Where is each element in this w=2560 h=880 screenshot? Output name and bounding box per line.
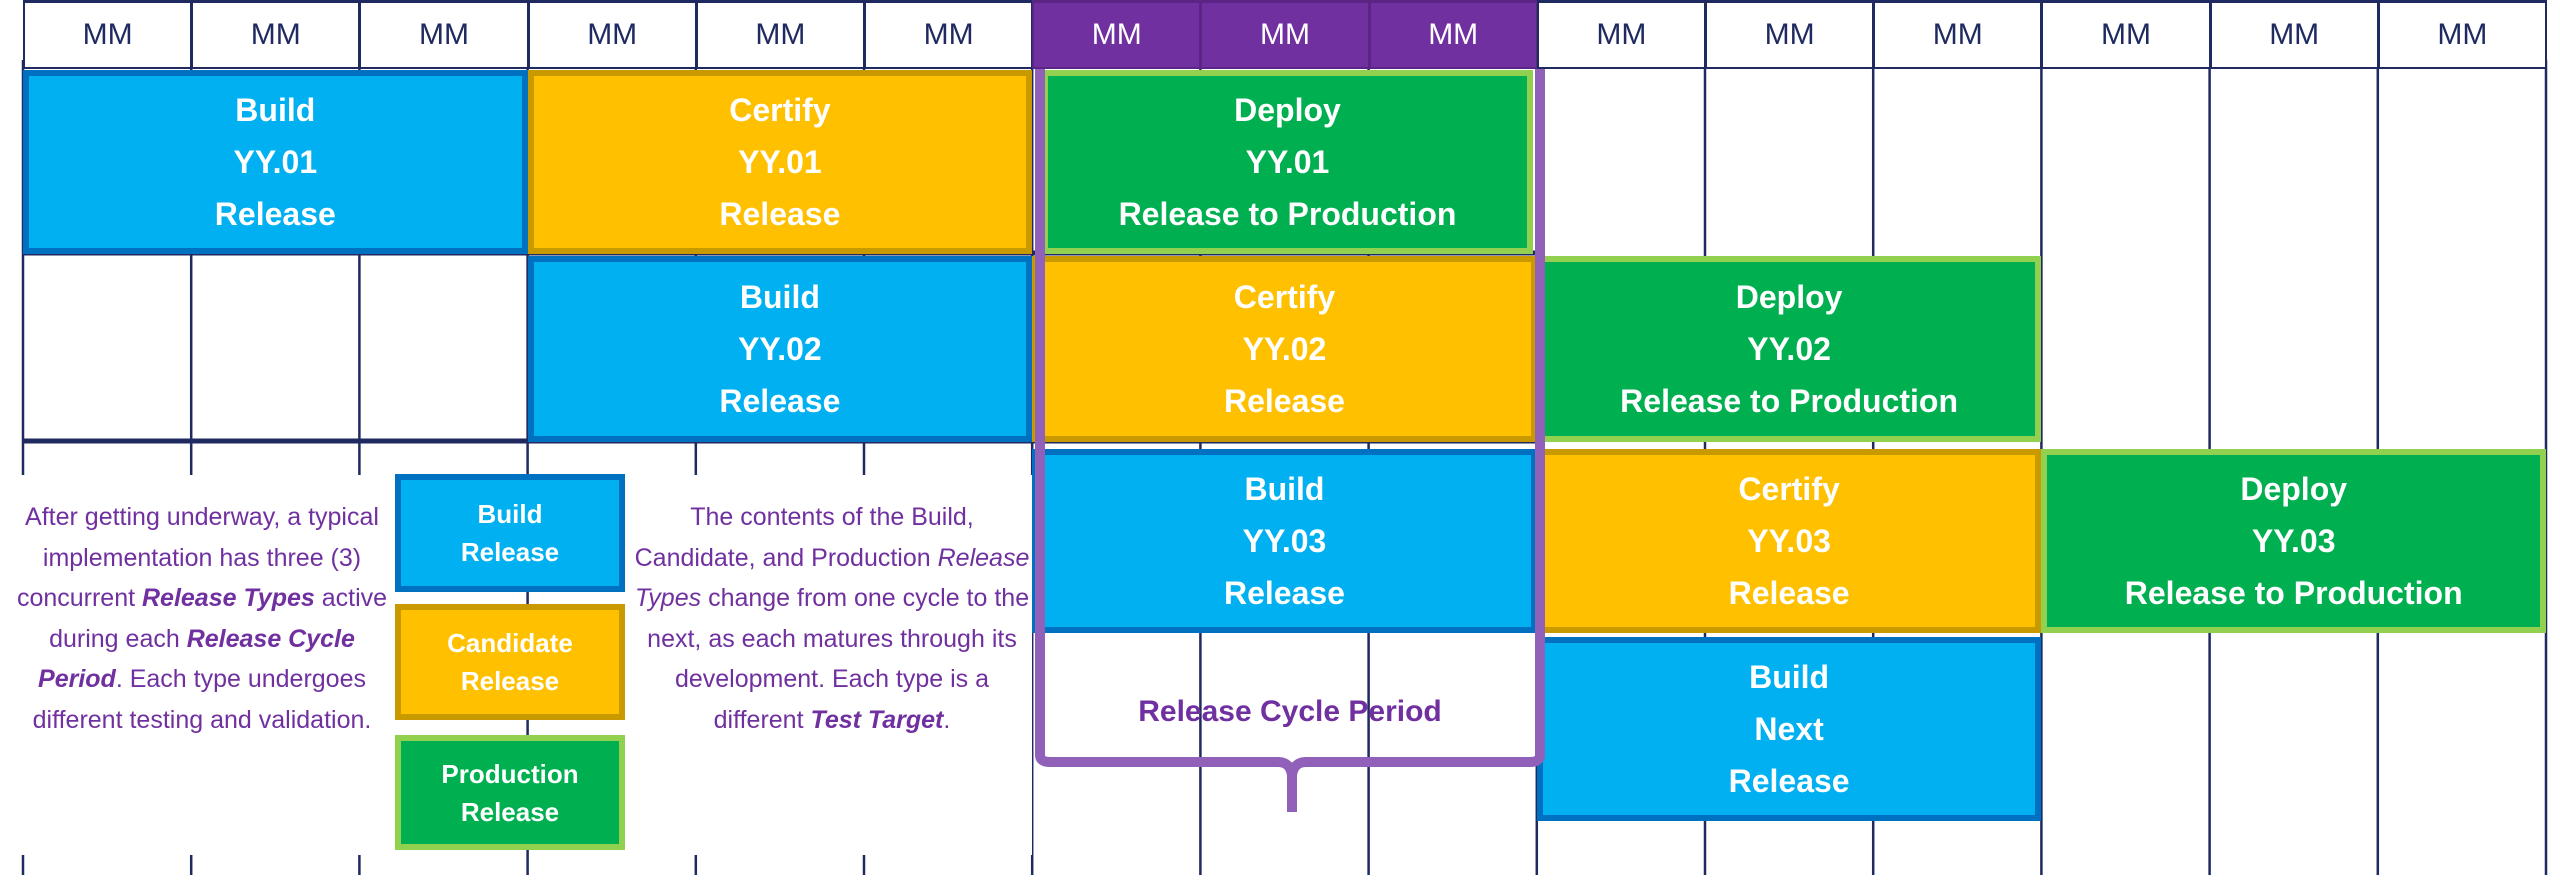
release-label: Release — [1223, 575, 1345, 611]
certify-release-box: Certify YY.02 Release — [1032, 256, 1537, 442]
release-phase: Build — [235, 92, 316, 128]
release-phase: Deploy — [1234, 92, 1341, 128]
release-label: Release — [1728, 575, 1850, 611]
release-version: Next — [1754, 711, 1824, 747]
release-version: YY.01 — [233, 144, 318, 180]
release-label: Release — [719, 383, 841, 419]
release-version: YY.02 — [738, 331, 822, 367]
release-version: YY.01 — [738, 144, 822, 180]
month-header-cell: MM — [1536, 0, 1706, 69]
certify-release-box: Certify YY.01 Release — [527, 70, 1033, 254]
left-description: After getting underway, a typical implem… — [12, 475, 392, 855]
legend-label: Release — [460, 666, 560, 696]
build-release-box: Build Next Release — [1536, 637, 2042, 821]
legend-build: Build Release — [395, 474, 625, 592]
release-label: Release to Production — [1118, 196, 1457, 232]
release-cycle-period-label: Release Cycle Period — [1138, 695, 1442, 728]
release-label: Release to Production — [1620, 383, 1959, 419]
release-phase: Certify — [729, 92, 831, 128]
month-header-cell: MM — [2209, 0, 2379, 69]
release-label: Release to Production — [2124, 575, 2463, 611]
release-phase: Deploy — [1735, 279, 1843, 315]
legend-label: Production — [441, 758, 579, 789]
release-version: YY.02 — [1747, 331, 1831, 367]
release-phase: Build — [739, 279, 820, 315]
month-header-cell: MM — [527, 0, 697, 69]
deploy-release-box: Deploy YY.03 Release to Production — [2041, 449, 2546, 633]
build-release-box: Build YY.01 Release — [23, 70, 528, 254]
note-text: . — [943, 705, 951, 734]
release-label: Release — [214, 196, 336, 232]
legend-label: Release — [460, 537, 560, 567]
release-version: YY.03 — [1747, 523, 1831, 559]
month-header-cell: MM — [1368, 0, 1538, 69]
build-release-box: Build YY.03 Release — [1032, 449, 1537, 633]
deploy-release-box: Deploy YY.02 Release to Production — [1536, 256, 2042, 442]
month-header-cell: MM — [864, 0, 1034, 69]
middle-description: The contents of the Build, Candidate, an… — [632, 475, 1032, 855]
note-emphasis: Release Types — [142, 584, 315, 612]
release-phase: Deploy — [2240, 471, 2348, 507]
note-emphasis: Test Target — [810, 705, 944, 734]
deploy-release-box: Deploy YY.01 Release to Production — [1042, 70, 1533, 254]
release-label: Release — [719, 196, 841, 232]
release-version: YY.03 — [2251, 523, 2336, 559]
month-header-cell: MM — [1873, 0, 2043, 69]
legend-candidate: Candidate Release — [395, 604, 625, 720]
release-label: Release — [1728, 763, 1850, 799]
build-release-box: Build YY.02 Release — [527, 256, 1033, 442]
month-header-cell: MM — [695, 0, 865, 69]
release-label: Release — [1223, 383, 1345, 419]
certify-release-box: Certify YY.03 Release — [1536, 449, 2042, 633]
month-header-cell: MM — [1200, 0, 1370, 69]
month-header-cell: MM — [23, 0, 193, 69]
legend-production: Production Release — [395, 735, 625, 850]
month-header-cell: MM — [359, 0, 529, 69]
release-phase: Build — [1244, 471, 1325, 507]
month-header-cell: MM — [2377, 0, 2547, 69]
month-header-cell: MM — [191, 0, 361, 69]
release-phase: Build — [1749, 659, 1830, 695]
month-header-cell: MM — [1032, 0, 1202, 69]
legend-label: Candidate — [447, 628, 573, 658]
month-header-cell: MM — [1705, 0, 1875, 69]
month-header-cell: MM — [2041, 0, 2211, 69]
release-phase: Certify — [1738, 471, 1840, 507]
release-version: YY.02 — [1242, 331, 1327, 367]
release-version: YY.01 — [1245, 144, 1330, 180]
legend-label: Build — [477, 499, 543, 529]
release-version: YY.03 — [1242, 523, 1327, 559]
legend-label: Release — [460, 796, 560, 827]
note-text: The contents of the Build, Candidate, an… — [634, 503, 974, 572]
release-phase: Certify — [1233, 279, 1336, 315]
